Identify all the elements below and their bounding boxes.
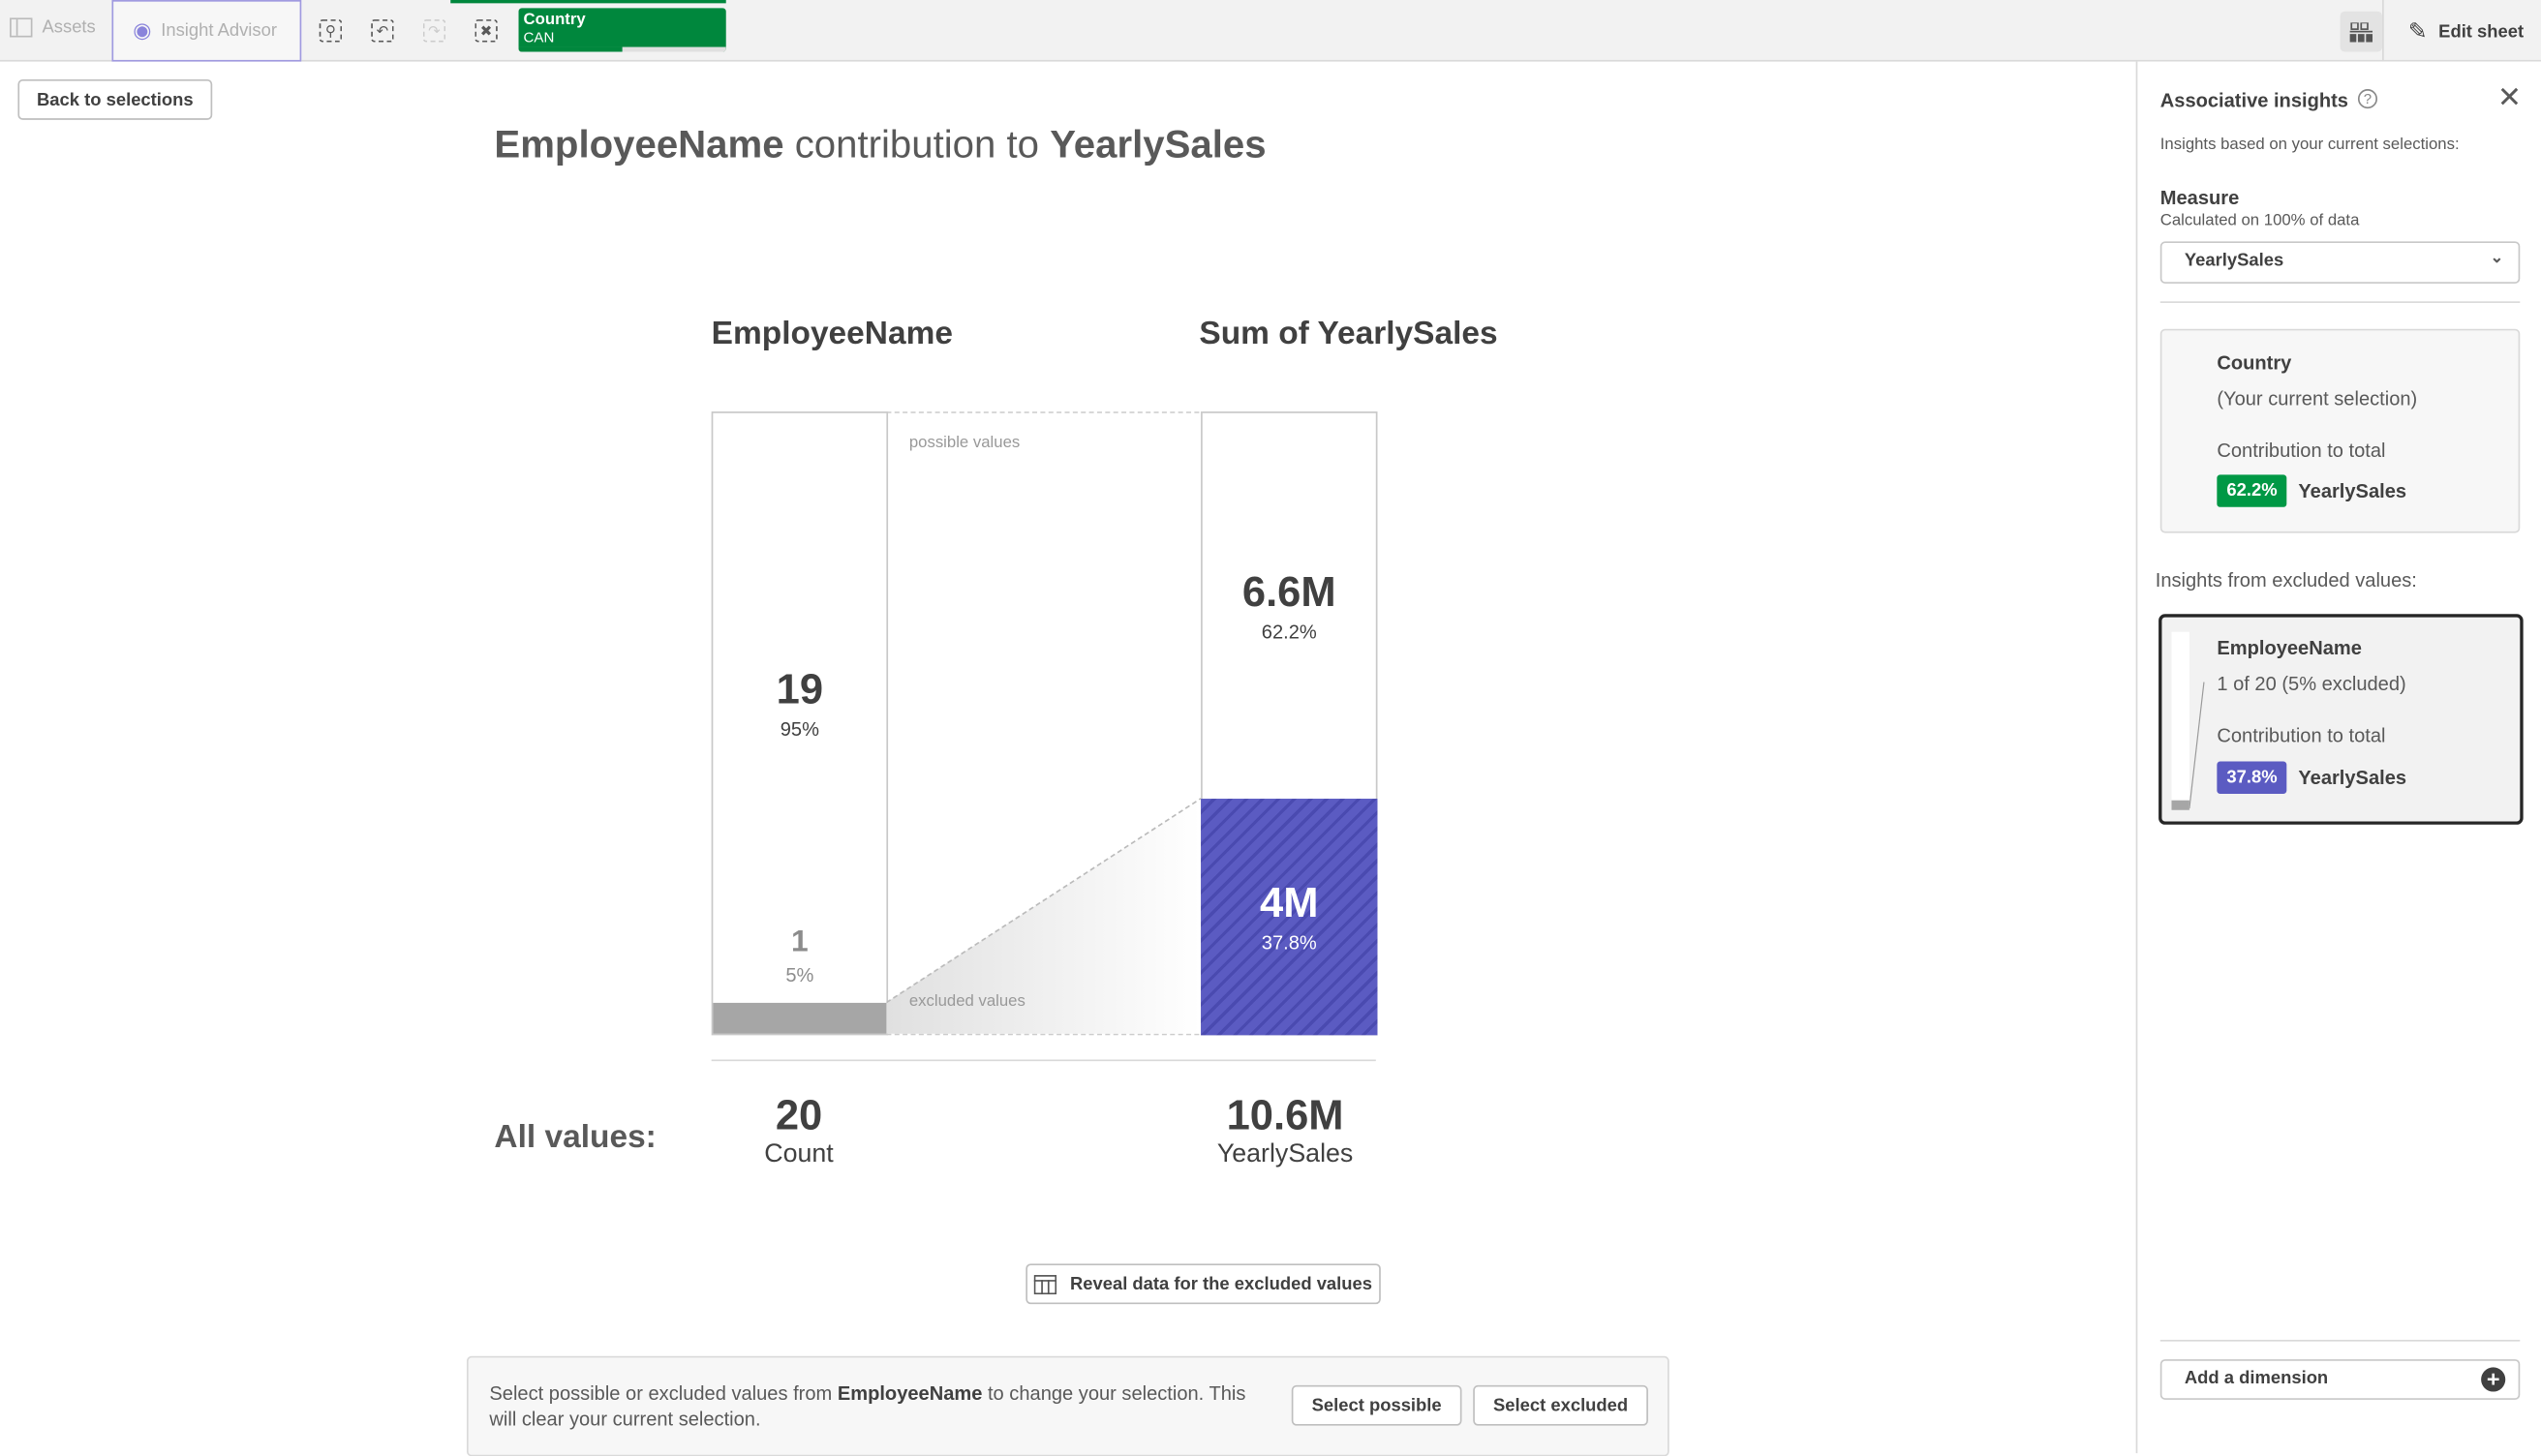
card-contribution-label: Contribution to total (2217, 724, 2386, 747)
smart-search-icon[interactable]: ⚲ (319, 19, 343, 43)
measure-possible-pct: 62.2% (1261, 620, 1317, 644)
lightbulb-icon: ◉ (133, 17, 152, 43)
card-contribution-label: Contribution to total (2217, 439, 2386, 462)
measure-label: Measure (2159, 186, 2240, 209)
dimension-possible-pct: 95% (780, 717, 819, 741)
selection-value: CAN (523, 29, 555, 46)
insight-advisor-label: Insight Advisor (161, 20, 277, 41)
panel-icon (10, 17, 33, 38)
excluded-insight-card[interactable]: EmployeeName 1 of 20 (5% excluded) Contr… (2158, 614, 2524, 825)
divider (711, 1059, 1376, 1062)
all-values-label: All values: (494, 1119, 657, 1156)
chevron-down-icon: ⌄ (2490, 249, 2504, 268)
card-contribution: 37.8% YearlySales (2217, 761, 2407, 795)
back-to-selections-button[interactable]: Back to selections (17, 79, 213, 120)
dimension-excluded-value: 1 (791, 925, 809, 959)
card-contribution: 62.2% YearlySales (2217, 474, 2407, 507)
toolbar: Assets ◉ Insight Advisor ⚲ ↶ ↷ ✖ Country… (0, 0, 2541, 62)
contribution-chart: 19 95% 1 5% possible values excluded val… (711, 411, 1378, 1036)
contribution-badge: 37.8% (2217, 761, 2287, 795)
total-sales: 10.6M YearlySales (1188, 1090, 1383, 1169)
total-sales-label: YearlySales (1216, 1140, 1354, 1168)
selection-indicator (450, 0, 726, 4)
select-possible-button[interactable]: Select possible (1291, 1384, 1462, 1426)
grid-icon[interactable] (2340, 11, 2383, 52)
column-header-dimension: EmployeeName (711, 316, 953, 352)
table-icon (1034, 1274, 1057, 1294)
assets-label: Assets (42, 17, 96, 38)
measure-dropdown[interactable]: YearlySales ⌄ (2159, 241, 2521, 284)
footer-text: Select possible or excluded values from … (489, 1381, 1246, 1431)
plus-icon: + (2481, 1367, 2506, 1392)
assets-button[interactable]: Assets (10, 17, 96, 38)
total-count: 20 Count (718, 1090, 879, 1169)
total-count-label: Count (764, 1140, 834, 1168)
dimension-excluded-label: 1 5% (713, 925, 886, 987)
selection-pill-country[interactable]: Country CAN (518, 8, 726, 52)
mini-connector (2189, 682, 2205, 809)
app-root: Assets ◉ Insight Advisor ⚲ ↶ ↷ ✖ Country… (0, 0, 2541, 1456)
add-dimension-label: Add a dimension (2184, 1369, 2329, 1389)
title-dimension: EmployeeName (494, 123, 784, 167)
measure-value: YearlySales (2184, 251, 2284, 271)
add-dimension-button[interactable]: Add a dimension + (2159, 1359, 2521, 1400)
card-field: Country (2217, 351, 2292, 375)
selection-footer: Select possible or excluded values from … (466, 1355, 1669, 1456)
insights-panel: Associative insights ? ✕ Insights based … (2135, 61, 2541, 1454)
dimension-possible-value: 19 (776, 664, 824, 713)
title-measure: YearlySales (1050, 123, 1267, 167)
reveal-excluded-button[interactable]: Reveal data for the excluded values (1026, 1263, 1381, 1305)
total-count-value: 20 (775, 1090, 823, 1139)
clear-selections-icon[interactable]: ✖ (475, 19, 498, 43)
reveal-label: Reveal data for the excluded values (1069, 1274, 1373, 1294)
step-back-icon[interactable]: ↶ (371, 19, 394, 43)
flow-connector (886, 411, 1202, 1036)
title-middle: contribution to (783, 123, 1051, 167)
dimension-bar[interactable]: 19 95% 1 5% (711, 411, 889, 1036)
card-measure: YearlySales (2298, 479, 2407, 502)
selection-field: Country (523, 11, 586, 30)
help-icon[interactable]: ? (2357, 89, 2378, 109)
insight-advisor-button[interactable]: ◉ Insight Advisor (111, 0, 302, 62)
card-note: 1 of 20 (5% excluded) (2217, 672, 2406, 695)
card-measure: YearlySales (2298, 766, 2407, 789)
card-field: EmployeeName (2217, 636, 2362, 660)
pencil-icon: ✎ (2407, 17, 2428, 45)
edit-sheet-button[interactable]: ✎ Edit sheet (2408, 17, 2524, 45)
panel-title: Associative insights (2159, 89, 2348, 112)
excluded-heading: Insights from excluded values: (2155, 568, 2417, 592)
column-header-measure: Sum of YearlySales (1199, 316, 1498, 352)
select-excluded-button[interactable]: Select excluded (1473, 1384, 1648, 1426)
dimension-excluded-segment[interactable] (713, 1002, 887, 1034)
measure-excluded-value: 4M (1260, 878, 1319, 927)
current-selection-card[interactable]: Country (Your current selection) Contrib… (2159, 328, 2521, 533)
possible-values-label: possible values (908, 434, 1021, 452)
edit-sheet-label: Edit sheet (2438, 21, 2525, 42)
mini-bar (2171, 631, 2189, 810)
contribution-badge: 62.2% (2217, 474, 2287, 507)
excluded-values-label: excluded values (908, 992, 1026, 1012)
measure-possible-label: 6.6M 62.2% (1203, 567, 1376, 644)
selection-bar (518, 46, 726, 52)
panel-subtitle: Insights based on your current selection… (2159, 136, 2460, 154)
step-forward-icon[interactable]: ↷ (422, 19, 446, 43)
page-title: EmployeeName contribution to YearlySales (494, 123, 1266, 168)
dimension-possible-label: 19 95% (713, 664, 886, 741)
total-sales-value: 10.6M (1226, 1090, 1344, 1139)
measure-excluded-pct: 37.8% (1261, 931, 1317, 956)
measure-possible-value: 6.6M (1241, 566, 1336, 616)
card-note: (Your current selection) (2217, 386, 2418, 410)
dimension-excluded-pct: 5% (785, 963, 814, 987)
measure-note: Calculated on 100% of data (2159, 212, 2360, 230)
measure-bar[interactable]: 6.6M 62.2% 4M 37.8% (1201, 411, 1378, 1036)
measure-excluded-segment[interactable]: 4M 37.8% (1201, 798, 1378, 1036)
close-icon[interactable]: ✕ (2497, 81, 2522, 115)
